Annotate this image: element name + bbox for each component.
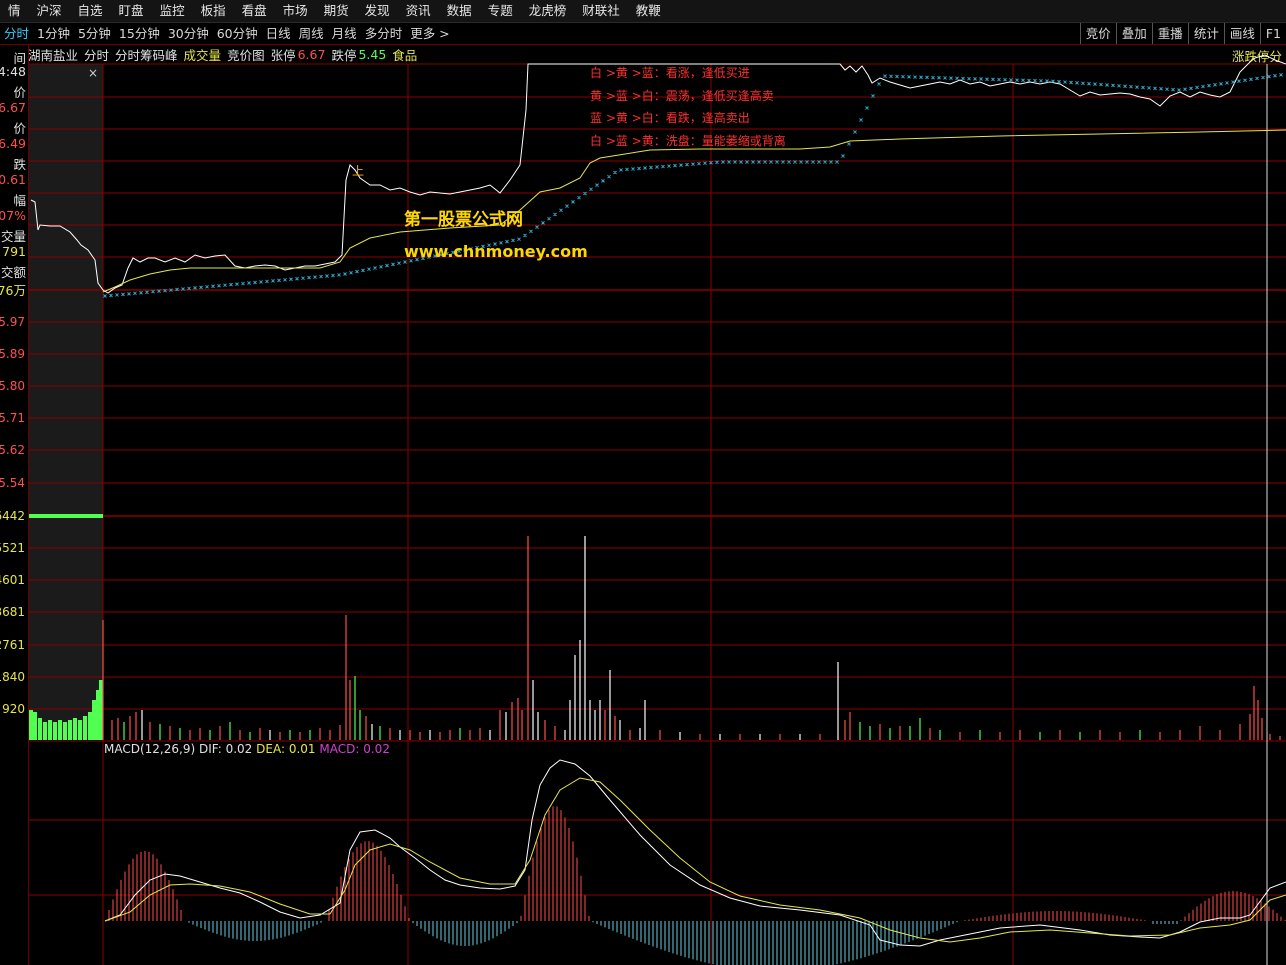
- macd-value-label: MACD:: [319, 742, 360, 756]
- legend-note-2: 黄 >蓝 >白：震荡，逢低买逢高卖: [590, 89, 774, 103]
- premarket-area: [29, 64, 103, 740]
- volume-axis-label: 4601: [0, 573, 25, 587]
- price-axis-label: 5.71: [0, 411, 25, 425]
- dea-value: 0.01: [288, 742, 316, 756]
- watermark-title: 第一股票公式网: [404, 210, 523, 230]
- premarket-volume-strip: [29, 514, 103, 518]
- dif-label: DIF:: [198, 742, 222, 756]
- volume-axis-label: 5521: [0, 541, 25, 555]
- dif-value: 0.02: [225, 742, 253, 756]
- price-axis-label: 5.62: [0, 443, 25, 457]
- legend-note-4: 白 >蓝 >黄：洗盘：量能萎缩或背离: [590, 134, 786, 148]
- legend-note-1: 白 >黄 >蓝：看涨，逢低买进: [590, 66, 750, 80]
- macd-value: 0.02: [363, 742, 390, 756]
- shang-marker-icon: 上: [352, 164, 365, 178]
- price-axis-label: 5.97: [0, 315, 25, 329]
- volume-axis-label: 2761: [0, 638, 25, 652]
- volume-axis-label: 3681: [0, 605, 25, 619]
- macd-label: MACD(12,26,9): [104, 742, 196, 756]
- trend-dots: [103, 72, 1283, 298]
- macd-info: MACD(12,26,9) DIF: 0.02 DEA: 0.01 MACD: …: [104, 742, 390, 756]
- close-icon[interactable]: ×: [88, 66, 98, 80]
- avg-line: [102, 129, 1286, 293]
- price-axis-label: 5.80: [0, 379, 25, 393]
- volume-axis-label: 1840: [0, 670, 25, 684]
- legend-note-3: 蓝 >黄 >白：看跌，逢高卖出: [590, 111, 750, 125]
- volume-axis-label: 920: [2, 702, 25, 716]
- price-axis-label: 5.89: [0, 347, 25, 361]
- price-axis-label: 5.54: [0, 476, 25, 490]
- watermark-url: www.chnmoney.com: [404, 242, 588, 261]
- dea-label: DEA:: [256, 742, 286, 756]
- volume-axis-label: 6442: [0, 509, 25, 523]
